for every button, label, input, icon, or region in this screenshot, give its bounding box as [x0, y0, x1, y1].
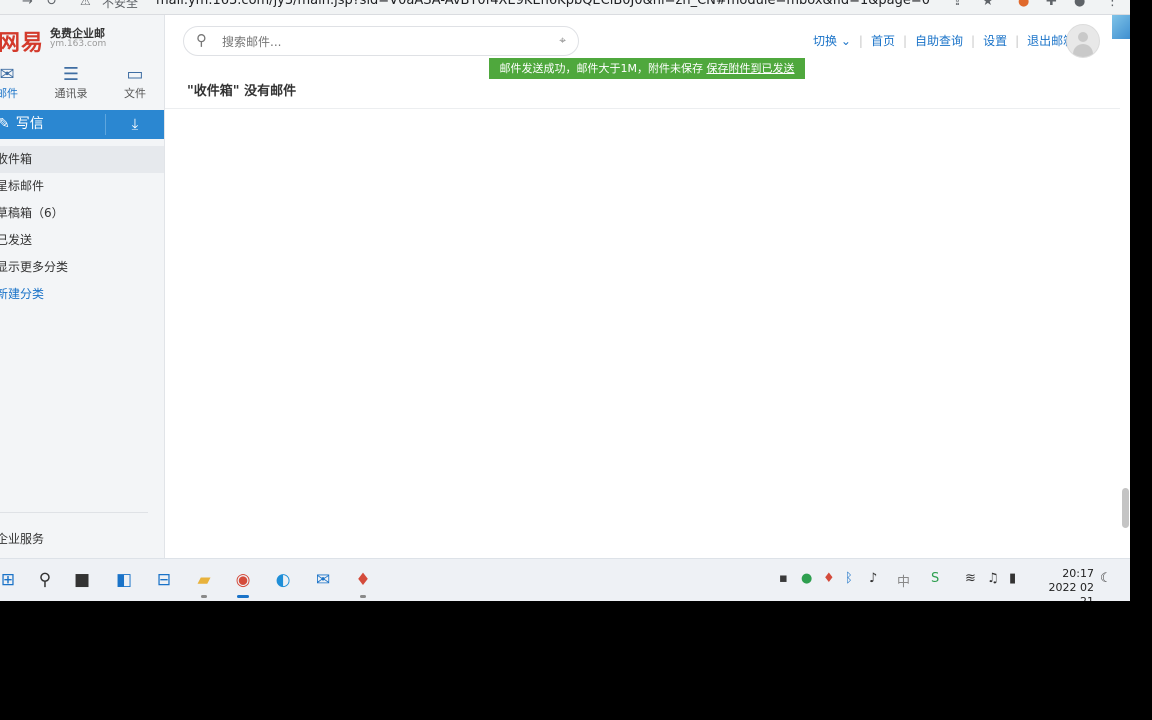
switch-link[interactable]: 切换 ⌄	[813, 34, 851, 48]
profile-icon[interactable]: ●	[1074, 0, 1085, 9]
file-explorer-icon[interactable]: ▰	[190, 567, 218, 598]
logo[interactable]: 网易 免费企业邮 ym.163.com	[0, 25, 106, 57]
switch-label: 切换	[813, 34, 838, 48]
chrome-icon[interactable]: ◉	[229, 567, 257, 598]
content-divider	[165, 108, 1120, 109]
module-files[interactable]: ▭ 文件	[110, 65, 160, 101]
volume-icon[interactable]: ♫	[987, 571, 999, 586]
link-separator: |	[971, 34, 976, 48]
task-view-icon[interactable]: ■	[68, 567, 96, 593]
settings-link[interactable]: 设置	[983, 34, 1007, 48]
nvidia-icon[interactable]: ▪	[779, 571, 788, 586]
search-box[interactable]: ⚲ ⌖	[183, 26, 579, 56]
bookmark-star-icon[interactable]: ★	[982, 0, 994, 9]
forward-icon[interactable]: →	[22, 0, 33, 9]
module-nav: ✉ 邮件 ☰ 通讯录 ▭ 文件	[0, 65, 164, 105]
logo-brand: 网易	[0, 30, 45, 56]
menu-icon[interactable]: ⋮	[1106, 0, 1119, 9]
reload-icon[interactable]: ↻	[46, 0, 57, 9]
folder-starred[interactable]: 星标邮件	[0, 173, 164, 200]
success-toast: 邮件发送成功，邮件大于1M，附件未保存 保存附件到已发送	[489, 58, 805, 79]
app-icon[interactable]: ⊟	[150, 567, 178, 593]
chevron-down-icon: ⌄	[840, 34, 851, 48]
folder-sent[interactable]: 已发送	[0, 227, 164, 254]
receive-button[interactable]: ⤓	[106, 110, 164, 139]
link-separator: |	[858, 34, 863, 48]
module-mail-label: 邮件	[0, 87, 18, 100]
compose-label: 写信	[15, 116, 44, 132]
extension-icon[interactable]: ●	[1018, 0, 1029, 9]
input-method-icon[interactable]: 中	[897, 571, 910, 590]
sidebar-divider	[0, 512, 148, 513]
scan-icon[interactable]: ⌖	[559, 33, 566, 48]
toast-message: 邮件发送成功，邮件大于1M，附件未保存	[499, 62, 704, 75]
module-contacts[interactable]: ☰ 通讯录	[46, 65, 96, 101]
folder-show-more[interactable]: 显示更多分类	[0, 254, 164, 281]
clock-date: 2022 02 21	[1048, 581, 1095, 601]
edge-icon[interactable]: ◐	[269, 567, 297, 593]
compose-bar: ✎ 写信 ⤓	[0, 110, 164, 139]
search-input[interactable]	[220, 31, 524, 53]
security-label[interactable]: 不安全	[102, 0, 138, 11]
module-mail[interactable]: ✉ 邮件	[0, 65, 32, 101]
avatar[interactable]	[1066, 24, 1100, 58]
mail-app-icon[interactable]: ✉	[309, 567, 337, 593]
search-icon: ⚲	[196, 31, 207, 49]
share-icon[interactable]: ⇪	[952, 0, 963, 9]
self-service-link[interactable]: 自助查询	[915, 34, 963, 48]
clock[interactable]: 20:17 2022 02 21	[1036, 567, 1095, 601]
widgets-icon[interactable]: ◧	[110, 567, 138, 593]
pencil-icon: ✎	[0, 116, 10, 132]
avatar-body	[1073, 44, 1093, 57]
folder-new-category[interactable]: 新建分类	[0, 281, 164, 308]
link-separator: |	[1015, 34, 1020, 48]
address-bar[interactable]: mail.ym.163.com/jy3/main.jsp?sid=V0aASA-…	[156, 0, 946, 8]
enterprise-service-link[interactable]: 企业服务	[0, 530, 44, 547]
avatar-head	[1078, 32, 1088, 42]
save-attachment-link[interactable]: 保存附件到已发送	[707, 62, 795, 75]
sidebar: 网易 免费企业邮 ym.163.com ✉ 邮件 ☰ 通讯录 ▭ 文件 ✎ 写信	[0, 15, 165, 558]
windows-start-icon[interactable]: ⊞	[0, 567, 22, 593]
envelope-icon: ✉	[0, 64, 15, 85]
download-icon: ⤓	[131, 115, 139, 133]
compose-button[interactable]: ✎ 写信	[0, 110, 104, 139]
notification-icon[interactable]: ☾	[1100, 571, 1112, 586]
link-separator: |	[902, 34, 908, 48]
puzzle-icon[interactable]: ✚	[1046, 0, 1057, 9]
home-link[interactable]: 首页	[871, 34, 895, 48]
empty-inbox-title: "收件箱" 没有邮件	[187, 84, 297, 99]
tray-green-icon[interactable]: S	[931, 571, 939, 586]
corner-decoration	[1112, 15, 1130, 39]
module-files-label: 文件	[124, 87, 146, 100]
pinned-app-icon[interactable]: ♦	[349, 567, 377, 598]
folder-list: 收件箱 星标邮件 草稿箱（6） 已发送 显示更多分类 新建分类	[0, 146, 164, 308]
screen-border	[1130, 0, 1152, 601]
bluetooth-icon[interactable]: ᛒ	[845, 571, 853, 586]
logo-domain: ym.163.com	[50, 39, 107, 49]
security-tray-icon[interactable]: ●	[801, 571, 812, 586]
clock-time: 20:17	[1062, 567, 1094, 580]
battery-icon[interactable]: ▮	[1009, 571, 1016, 586]
browser-toolbar: → ↻ ⚠ 不安全 mail.ym.163.com/jy3/main.jsp?s…	[0, 0, 1130, 15]
screen: → ↻ ⚠ 不安全 mail.ym.163.com/jy3/main.jsp?s…	[0, 0, 1130, 601]
microphone-icon[interactable]: ♪	[869, 571, 877, 586]
warning-icon[interactable]: ⚠	[80, 0, 91, 8]
taskbar: ⊞ ⚲ ■ ◧ ⊟ ▰ ◉ ◐ ✉ ♦ ▪ ● ♦ ᛒ ♪ 中 S ≋ ♫ ▮ …	[0, 558, 1130, 601]
folder-drafts[interactable]: 草稿箱（6）	[0, 200, 164, 227]
folder-icon: ▭	[126, 64, 144, 85]
module-contacts-label: 通讯录	[54, 87, 88, 100]
contacts-icon: ☰	[62, 64, 80, 85]
folder-inbox[interactable]: 收件箱	[0, 146, 164, 173]
scrollbar-thumb[interactable]	[1122, 488, 1129, 528]
search-taskbar-icon[interactable]: ⚲	[31, 567, 59, 593]
top-links: 切换 ⌄ | 首页 | 自助查询 | 设置 | 退出邮箱	[813, 32, 1075, 49]
wifi-icon[interactable]: ≋	[965, 571, 976, 586]
tray-app-icon[interactable]: ♦	[823, 571, 835, 586]
